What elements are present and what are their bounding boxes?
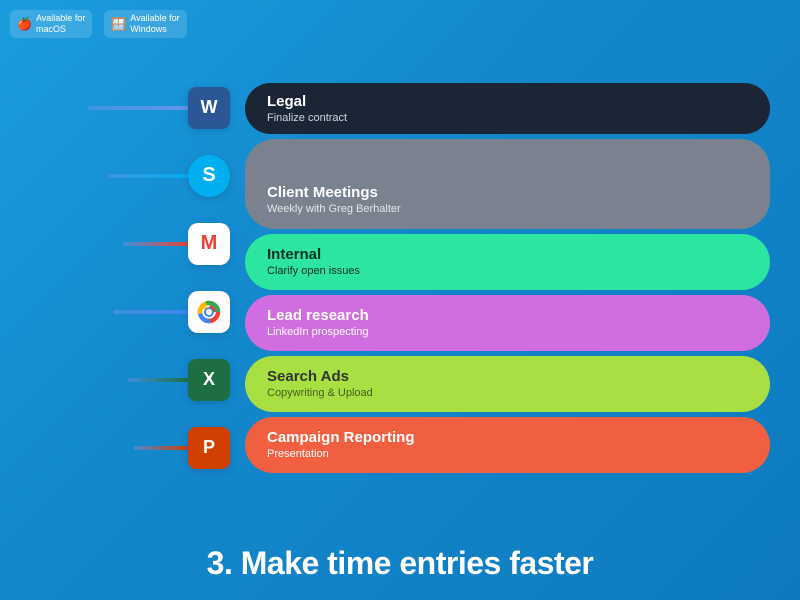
- app-row-word: W: [30, 74, 230, 142]
- task-card-legal: Legal Finalize contract: [245, 83, 770, 134]
- connector-word: [88, 106, 188, 110]
- app-row-excel: X: [30, 346, 230, 414]
- word-icon: W: [188, 87, 230, 129]
- main-area: W S M: [0, 45, 800, 510]
- top-bar: 🍎 Available formacOS 🪟 Available forWind…: [10, 10, 187, 38]
- app-row-chrome: [30, 278, 230, 346]
- windows-icon: 🪟: [111, 17, 126, 31]
- task-title-legal: Legal: [267, 93, 748, 111]
- task-title-search-ads: Search Ads: [267, 368, 748, 386]
- macos-badge: 🍎 Available formacOS: [10, 10, 92, 38]
- task-title-campaign-reporting: Campaign Reporting: [267, 429, 748, 447]
- task-card-search-ads: Search Ads Copywriting & Upload: [245, 356, 770, 412]
- task-title-internal: Internal: [267, 246, 748, 264]
- connector-ppt: [133, 446, 188, 450]
- app-row-gmail: M: [30, 210, 230, 278]
- task-card-campaign-reporting: Campaign Reporting Presentation: [245, 417, 770, 473]
- app-row-skype: S: [30, 142, 230, 210]
- task-subtitle-search-ads: Copywriting & Upload: [267, 387, 748, 399]
- task-card-client-meetings: Client Meetings Weekly with Greg Berhalt…: [245, 139, 770, 229]
- excel-icon: X: [188, 359, 230, 401]
- windows-badge: 🪟 Available forWindows: [104, 10, 186, 38]
- apple-icon: 🍎: [17, 17, 32, 31]
- task-subtitle-campaign-reporting: Presentation: [267, 448, 748, 460]
- task-cards-column: Legal Finalize contract Client Meetings …: [245, 83, 770, 473]
- task-subtitle-client-meetings: Weekly with Greg Berhalter: [267, 203, 748, 215]
- task-subtitle-lead-research: LinkedIn prospecting: [267, 326, 748, 338]
- connector-gmail: [123, 242, 188, 246]
- connector-skype: [108, 174, 188, 178]
- chrome-icon: [188, 291, 230, 333]
- windows-label: Available forWindows: [130, 13, 179, 35]
- app-icons-column: W S M: [30, 74, 230, 482]
- task-card-lead-research: Lead research LinkedIn prospecting: [245, 295, 770, 351]
- task-title-client-meetings: Client Meetings: [267, 184, 748, 202]
- connector-chrome: [113, 310, 188, 314]
- app-row-ppt: P: [30, 414, 230, 482]
- gmail-icon: M: [188, 223, 230, 265]
- task-title-lead-research: Lead research: [267, 307, 748, 325]
- tagline: 3. Make time entries faster: [0, 545, 800, 582]
- task-card-internal: Internal Clarify open issues: [245, 234, 770, 290]
- skype-icon: S: [188, 155, 230, 197]
- task-subtitle-internal: Clarify open issues: [267, 265, 748, 277]
- macos-label: Available formacOS: [36, 13, 85, 35]
- connector-excel: [128, 378, 188, 382]
- ppt-icon: P: [188, 427, 230, 469]
- task-subtitle-legal: Finalize contract: [267, 112, 748, 124]
